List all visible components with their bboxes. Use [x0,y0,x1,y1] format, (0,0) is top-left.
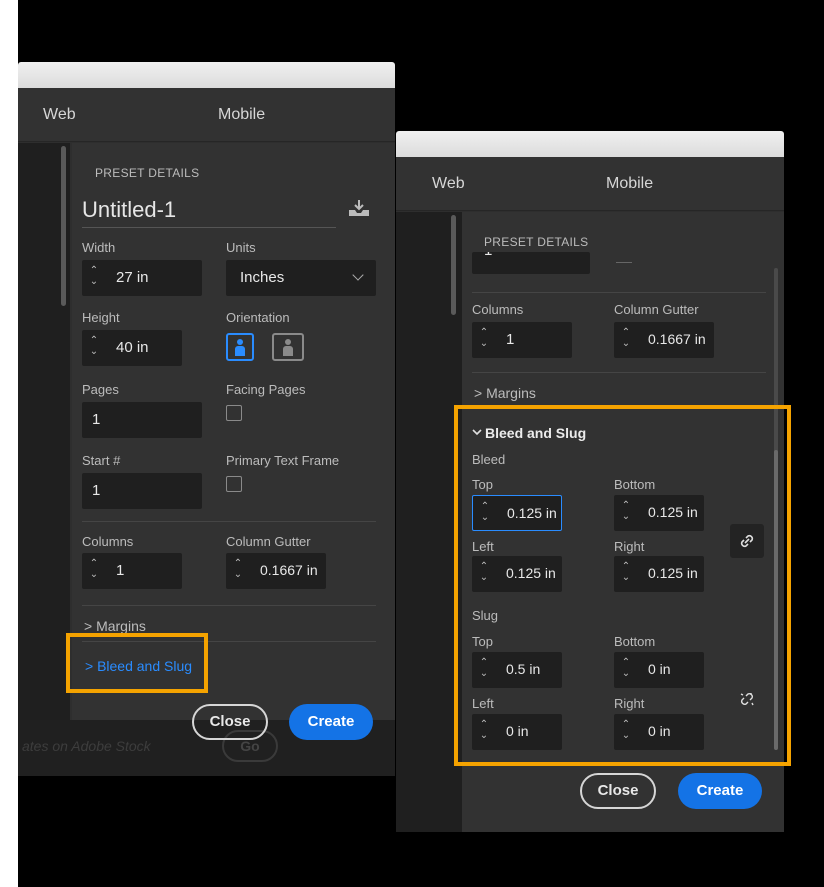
gutter-label: Column Gutter [614,302,699,317]
divider [616,262,632,263]
tab-web[interactable]: Web [43,106,76,124]
tab-strip: Web Mobile [18,88,395,142]
start-field[interactable]: 1 [82,473,202,509]
columns-field[interactable]: ⌃ ⌄ 1 [472,322,572,358]
margins-toggle[interactable]: > Margins [474,385,536,401]
columns-label: Columns [82,534,134,549]
dialog-titlebar [18,62,395,88]
divider [472,292,766,293]
stock-search-text: ates on Adobe Stock [22,738,151,754]
close-button[interactable]: Close [580,773,656,809]
tab-web[interactable]: Web [432,175,465,193]
stepper-icon[interactable]: ⌃ ⌄ [88,335,100,361]
close-button[interactable]: Close [192,704,268,740]
pages-label: Pages [82,382,119,397]
preset-details-heading: PRESET DETAILS [484,235,589,249]
divider [472,372,766,373]
height-field[interactable]: ⌃ ⌄ 40 in [82,330,182,366]
columns-label: Columns [472,302,524,317]
stepper-icon[interactable]: ⌃ ⌄ [620,327,632,353]
landscape-button[interactable] [272,333,304,361]
highlight-box [454,405,791,766]
tab-strip: Web Mobile [396,157,784,211]
scrollbar[interactable] [451,215,456,315]
gutter-field[interactable]: ⌃ ⌄ 0.1667 in [226,553,326,589]
tab-mobile[interactable]: Mobile [606,175,653,193]
height-label: Height [82,310,120,325]
primary-text-frame-checkbox[interactable] [226,476,242,492]
stepper-icon[interactable]: ⌃ ⌄ [232,558,244,584]
units-dropdown[interactable]: Inches [226,260,376,296]
orientation-label: Orientation [226,310,290,325]
stepper-icon[interactable]: ⌃ ⌄ [88,558,100,584]
margins-toggle[interactable]: > Margins [84,618,146,634]
units-label: Units [226,240,256,255]
name-underline [82,227,336,228]
gutter-label: Column Gutter [226,534,311,549]
save-preset-icon[interactable] [348,199,370,217]
chevron-down-icon [352,269,364,281]
pages-field[interactable]: 1 [82,402,202,438]
width-field[interactable]: ⌃ ⌄ 27 in [82,260,202,296]
facing-pages-checkbox[interactable] [226,405,242,421]
highlight-box [66,633,208,693]
columns-field[interactable]: ⌃ ⌄ 1 [82,553,182,589]
scrollbar[interactable] [61,146,66,306]
partial-field[interactable]: 1 [472,252,590,274]
stepper-icon[interactable]: ⌃ ⌄ [478,327,490,353]
preset-details-heading: PRESET DETAILS [95,166,200,180]
create-button[interactable]: Create [678,773,762,809]
portrait-icon [235,339,245,356]
width-label: Width [82,240,116,255]
divider [82,605,376,606]
create-button[interactable]: Create [289,704,373,740]
portrait-button[interactable] [226,333,254,361]
dialog-titlebar [396,131,784,157]
landscape-icon [283,339,293,356]
document-name-input[interactable]: Untitled-1 [82,197,176,223]
facing-pages-label: Facing Pages [226,382,306,397]
tab-mobile[interactable]: Mobile [218,106,265,124]
stepper-icon[interactable]: ⌃ ⌄ [88,265,100,291]
gutter-field[interactable]: ⌃ ⌄ 0.1667 in [614,322,714,358]
start-label: Start # [82,453,121,468]
divider [82,521,376,522]
primary-text-frame-label: Primary Text Frame [226,453,340,468]
